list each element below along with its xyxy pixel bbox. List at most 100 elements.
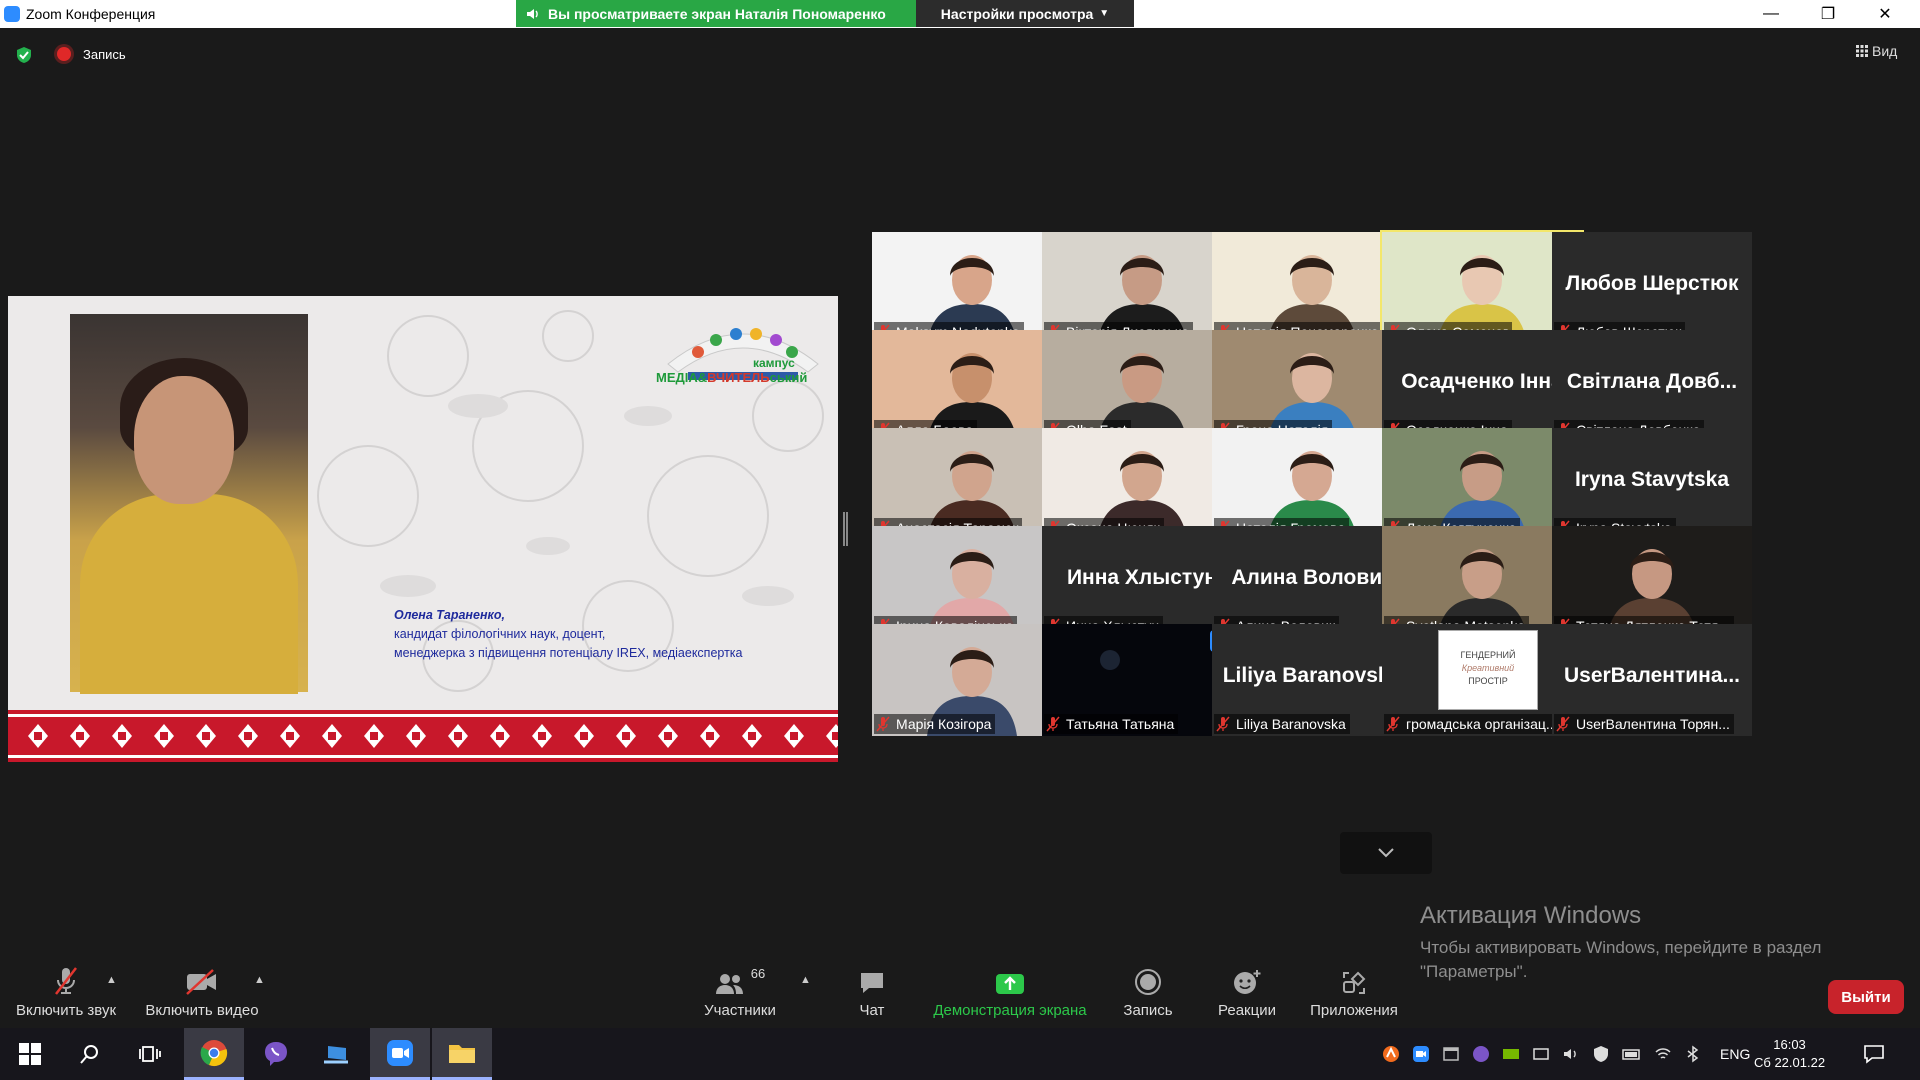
unmute-button[interactable]: Включить звук [10,962,122,1028]
speaker-caption: Олена Тараненко, кандидат філологічних н… [394,606,743,663]
muted-mic-icon [876,716,890,732]
muted-mic-icon [1046,716,1060,732]
record-icon [1135,969,1161,995]
split-view-handle[interactable] [843,512,848,546]
chevron-down-icon: ▼ [1099,8,1110,19]
search-button[interactable] [60,1028,120,1080]
task-view-icon [139,1046,161,1062]
volume-icon[interactable] [1562,1045,1580,1063]
start-button[interactable] [0,1028,60,1080]
meeting-top-strip: Запись Вид [0,28,1920,78]
participant-name-label: Марія Козігора [874,714,996,734]
meeting-toolbar: Включить звук ▲ Включить видео ▲ 66 Учас… [0,962,1920,1028]
zoom-tray-icon[interactable] [1412,1045,1430,1063]
security-shield-icon[interactable] [15,46,33,64]
participant-tile[interactable]: Тетяна Дятленко Тетя... [1552,526,1752,638]
taskbar-clock[interactable]: 16:03 Сб 22.01.22 [1754,1036,1825,1072]
zoom-app-icon [4,6,20,22]
audio-options-caret[interactable]: ▲ [106,974,117,986]
participant-gallery: Maksym NadutenkoВікторія ЛисянськаНаталі… [872,230,1904,822]
windows-logo-icon [19,1043,41,1065]
minimize-button[interactable]: — [1743,0,1799,28]
window-titlebar: Zoom Конференция Вы просматриваете экран… [0,0,1920,28]
participant-tile[interactable]: UserВалентина... UserВалентина Торян... [1552,624,1752,736]
taskbar-chrome[interactable] [184,1028,244,1080]
chat-button[interactable]: Чат [842,962,902,1028]
clock-time: 16:03 [1773,1037,1806,1052]
participant-tile[interactable]: Світлана Довб...Світлана Довбенко [1552,330,1752,442]
bluetooth-icon[interactable] [1684,1045,1702,1063]
search-icon [80,1045,98,1064]
taskbar-viber[interactable] [246,1028,306,1080]
share-screen-icon [996,974,1024,994]
folder-icon [449,1044,475,1063]
participant-name: Марія Козігора [896,716,992,732]
reactions-button[interactable]: Реакции [1212,962,1282,1028]
participant-tile[interactable]: Iryna StavytskaIryna Stavytska [1552,428,1752,540]
speaker-icon [527,8,538,19]
restore-button[interactable]: ❐ [1800,0,1856,28]
muted-mic-icon [1216,716,1230,732]
video-options-caret[interactable]: ▲ [254,974,265,986]
activation-line1: Чтобы активировать Windows, перейдите в … [1420,938,1822,957]
participants-icon [715,974,743,994]
unmute-label: Включить звук [15,1002,117,1019]
wifi-icon[interactable] [1654,1045,1672,1063]
apps-button[interactable]: Приложения [1306,962,1402,1028]
notifications-icon [1864,1045,1884,1064]
viber-icon [265,1042,287,1066]
start-video-label: Включить видео [145,1002,259,1019]
viber-tray-icon[interactable] [1472,1045,1490,1063]
participant-name-label: Татьяна Татьяна [1044,714,1179,734]
participants-count: 66 [750,966,766,981]
participant-display-name: Любов Шерстюк [1565,272,1739,295]
window-tray-icon[interactable] [1442,1045,1460,1063]
close-button[interactable]: ✕ [1857,0,1913,28]
chat-label: Чат [859,1002,885,1019]
view-button[interactable]: Вид [1856,43,1897,59]
logo-line-1: ГЕНДЕРНИЙ [1460,650,1516,660]
view-options-button[interactable]: Настройки просмотра ▼ [916,0,1134,27]
avast-icon[interactable] [1382,1045,1400,1063]
gallery-next-page-button[interactable] [1340,832,1432,874]
nvidia-icon[interactable] [1502,1045,1520,1063]
taskbar-zoom[interactable] [370,1028,430,1080]
network-share-icon[interactable] [1532,1045,1550,1063]
share-banner-text: Вы просматриваете экран Наталія Пономаре… [548,5,886,22]
participant-name: Татьяна Татьяна [1066,716,1175,732]
taskbar-remote-desktop[interactable] [306,1028,366,1080]
participants-button[interactable]: 66 Участники [700,962,780,1028]
start-video-button[interactable]: Включить видео [142,962,262,1028]
taskbar-file-explorer[interactable] [432,1028,492,1080]
activation-title: Активация Windows [1420,902,1642,929]
zoom-icon [387,1039,413,1066]
participant-tile[interactable]: Любов ШерстюкЛюбов Шерстюк [1552,232,1752,344]
video-off-icon [186,969,216,995]
windows-taskbar: ENG 16:03 Сб 22.01.22 [0,1028,1920,1080]
leave-meeting-button[interactable]: Выйти [1828,980,1904,1014]
logo-line-2: Креативний [1461,663,1515,673]
system-tray: ENG [1382,1028,1750,1080]
participant-name-label: UserВалентина Торян... [1554,714,1734,734]
clock-date: Сб 22.01.22 [1754,1055,1826,1070]
shared-screen[interactable]: кампус МЕДІА&ВЧИТЕЛЬський Олена Тараненк… [8,296,838,762]
embroidery-ornament [8,710,838,762]
logo-title: МЕДІА&ВЧИТЕЛЬський [656,370,807,385]
chat-icon [861,973,883,993]
share-screen-button[interactable]: Демонстрация экрана [930,962,1090,1028]
task-view-button[interactable] [120,1028,180,1080]
speaker-name: Олена Тараненко, [394,608,505,622]
logo-title-part-b: ВЧИТЕЛЬ [707,370,770,385]
record-button[interactable]: Запись [1118,962,1178,1028]
chrome-icon [200,1039,228,1066]
computer-icon [324,1046,348,1064]
participant-display-name: Iryna Stavytska [1574,468,1730,491]
participants-options-caret[interactable]: ▲ [800,974,811,986]
input-language[interactable]: ENG [1720,1046,1750,1062]
notifications-button[interactable] [1844,1028,1904,1080]
battery-icon[interactable] [1622,1045,1642,1063]
defender-shield-icon[interactable] [1592,1045,1610,1063]
screen-share-banner: Вы просматриваете экран Наталія Пономаре… [516,0,916,27]
apps-icon [1343,971,1366,994]
logo-title-part-a: МЕДІА& [656,370,708,385]
